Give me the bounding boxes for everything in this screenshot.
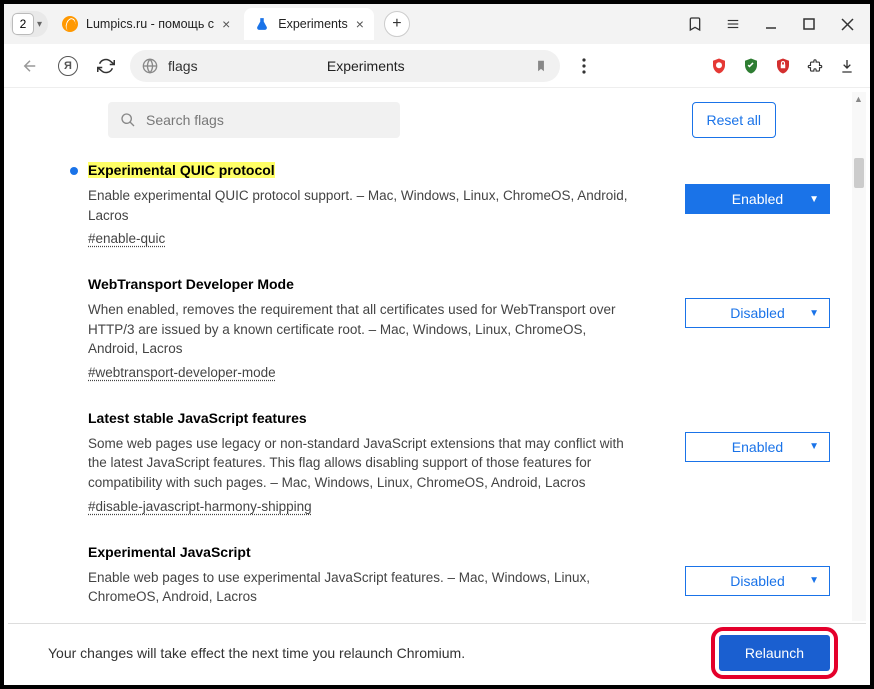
relaunch-button[interactable]: Relaunch <box>719 635 830 671</box>
flag-state-label: Disabled <box>730 573 784 589</box>
back-button[interactable] <box>16 52 44 80</box>
chevron-down-icon: ▼ <box>809 441 819 452</box>
maximize-button[interactable] <box>792 7 826 41</box>
shield-green-icon[interactable] <box>740 55 762 77</box>
download-icon[interactable] <box>836 55 858 77</box>
address-bar: Я flags Experiments <box>4 44 870 88</box>
chevron-down-icon: ▾ <box>37 19 42 30</box>
flag-state-label: Disabled <box>730 305 784 321</box>
tab-count-box[interactable]: 2 ▾ <box>10 11 48 37</box>
flag-state-label: Enabled <box>732 439 783 455</box>
reset-all-button[interactable]: Reset all <box>692 102 776 138</box>
titlebar: 2 ▾ Lumpics.ru - помощь с × Experiments … <box>4 4 870 44</box>
scroll-thumb[interactable] <box>854 158 864 188</box>
tab-label: Lumpics.ru - помощь с <box>86 17 214 31</box>
flag-description: Some web pages use legacy or non-standar… <box>88 434 628 493</box>
yandex-logo-icon[interactable]: Я <box>54 52 82 80</box>
chevron-down-icon: ▼ <box>809 194 819 205</box>
flag-description: When enabled, removes the requirement th… <box>88 300 628 359</box>
search-placeholder: Search flags <box>146 112 224 128</box>
tab-label: Experiments <box>278 17 347 31</box>
extensions-icon[interactable] <box>804 55 826 77</box>
flag-title: Experimental QUIC protocol <box>88 162 275 178</box>
modified-dot-icon <box>70 167 78 175</box>
flag-list: Experimental QUIC protocol Enable experi… <box>8 152 866 621</box>
url-path: flags <box>168 58 198 74</box>
flag-anchor-link[interactable]: #webtransport-developer-mode <box>88 365 276 380</box>
flag-anchor-link[interactable]: #disable-javascript-harmony-shipping <box>88 499 312 514</box>
page-title: Experiments <box>208 58 524 74</box>
reload-button[interactable] <box>92 52 120 80</box>
minimize-button[interactable] <box>754 7 788 41</box>
flag-description: Enable experimental QUIC protocol suppor… <box>88 186 628 225</box>
flag-description: Enable web pages to use experimental Jav… <box>88 568 628 607</box>
relaunch-highlight: Relaunch <box>711 627 838 679</box>
flag-title: Experimental JavaScript <box>88 544 251 560</box>
flag-state-select[interactable]: Disabled ▼ <box>685 566 830 596</box>
bookmark-ribbon-icon[interactable] <box>678 7 712 41</box>
flag-title: WebTransport Developer Mode <box>88 276 294 292</box>
new-tab-button[interactable]: + <box>384 11 410 37</box>
content-area: Search flags Reset all Experimental QUIC… <box>8 92 866 621</box>
flag-item: WebTransport Developer Mode When enabled… <box>74 266 830 400</box>
close-window-button[interactable] <box>830 7 864 41</box>
flag-anchor-link[interactable]: #enable-quic <box>88 231 165 246</box>
footer-bar: Your changes will take effect the next t… <box>8 623 866 681</box>
flag-item: Latest stable JavaScript features Some w… <box>74 400 830 534</box>
flag-item: Experimental JavaScript Enable web pages… <box>74 534 830 622</box>
menu-lines-icon[interactable] <box>716 7 750 41</box>
chevron-down-icon: ▼ <box>809 308 819 319</box>
flag-state-label: Enabled <box>732 191 783 207</box>
flag-title: Latest stable JavaScript features <box>88 410 307 426</box>
tab-count: 2 <box>12 13 34 35</box>
flag-item: Experimental QUIC protocol Enable experi… <box>74 152 830 266</box>
globe-icon <box>142 58 158 74</box>
shield-red-icon[interactable] <box>708 55 730 77</box>
flag-state-select[interactable]: Disabled ▼ <box>685 298 830 328</box>
flag-state-select[interactable]: Enabled ▼ <box>685 184 830 214</box>
tab-lumpics[interactable]: Lumpics.ru - помощь с × <box>52 8 240 40</box>
kebab-menu-icon[interactable] <box>570 52 598 80</box>
shield-lock-icon[interactable] <box>772 55 794 77</box>
favicon-lumpics-icon <box>62 16 78 32</box>
address-box[interactable]: flags Experiments <box>130 50 560 82</box>
tab-experiments[interactable]: Experiments × <box>244 8 374 40</box>
search-input[interactable]: Search flags <box>108 102 400 138</box>
flask-icon <box>254 16 270 32</box>
chevron-down-icon: ▼ <box>809 575 819 586</box>
footer-message: Your changes will take effect the next t… <box>48 645 465 661</box>
search-icon <box>120 112 136 128</box>
close-icon[interactable]: × <box>222 16 230 32</box>
bookmark-icon[interactable] <box>534 59 548 73</box>
scrollbar[interactable]: ▲ <box>852 92 866 621</box>
scroll-up-icon[interactable]: ▲ <box>854 94 863 104</box>
close-icon[interactable]: × <box>356 16 364 32</box>
flag-state-select[interactable]: Enabled ▼ <box>685 432 830 462</box>
